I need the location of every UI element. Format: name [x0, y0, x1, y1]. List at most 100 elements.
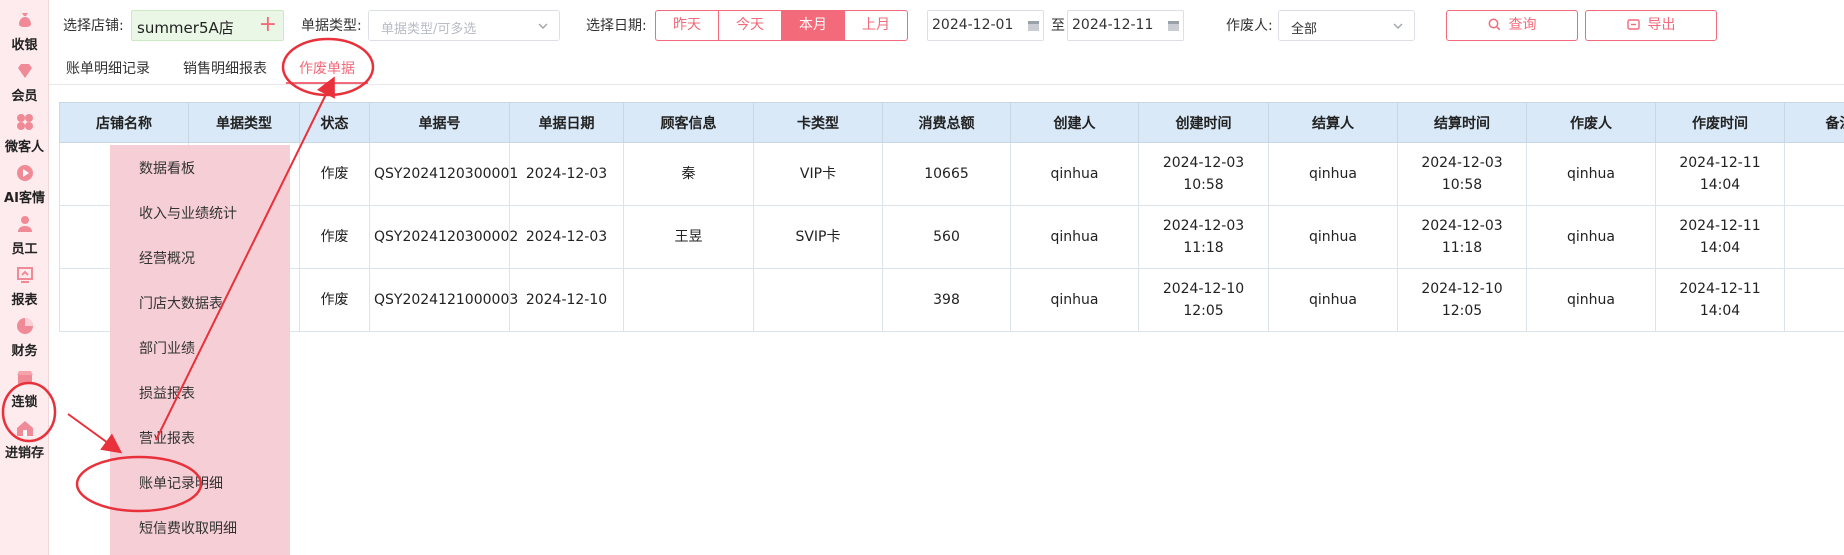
menu-item-revenue-stats[interactable]: 收入与业绩统计 — [139, 203, 237, 223]
date-range-yesterday[interactable]: 昨天 — [656, 11, 719, 40]
nav-label-staff: 员工 — [11, 242, 38, 257]
plus-icon[interactable]: + — [259, 12, 277, 37]
column-header[interactable]: 状态 — [299, 102, 370, 143]
start-date-input[interactable]: 2024-12-01 — [927, 10, 1044, 41]
cell-created-time: 2024-12-10 12:05 — [1138, 268, 1269, 332]
table-header-row: 店铺名称 单据类型 状态 单据号 单据日期 顾客信息 卡类型 消费总额 创建人 … — [59, 102, 1844, 143]
nav-item-cashier[interactable]: 收银 — [0, 4, 49, 60]
cell-card — [753, 268, 883, 332]
query-button-label: 查询 — [1508, 17, 1537, 33]
end-date-input[interactable]: 2024-12-11 — [1067, 10, 1184, 41]
column-header[interactable]: 作废人 — [1526, 102, 1656, 143]
store-label: 选择店铺: — [63, 18, 124, 34]
date-separator: 至 — [1051, 18, 1065, 34]
nav-item-guest[interactable]: 微客人 — [0, 106, 49, 162]
tab-sales-details[interactable]: 销售明细报表 — [183, 58, 267, 78]
query-button[interactable]: 查询 — [1446, 10, 1578, 41]
cell-bill-no: QSY2024120300002 — [369, 205, 518, 269]
date-range-last-month[interactable]: 上月 — [845, 11, 907, 40]
cell-voided-time: 2024-12-11 14:04 — [1655, 205, 1785, 269]
cell-remark — [1784, 142, 1844, 206]
cell-total: 560 — [882, 205, 1011, 269]
nav-label-guest: 微客人 — [4, 140, 44, 155]
export-icon — [1626, 19, 1640, 30]
search-icon — [1488, 18, 1500, 31]
nav-item-member[interactable]: 会员 — [0, 55, 49, 111]
menu-item-sms-fee[interactable]: 短信费收取明细 — [139, 518, 237, 538]
cell-customer: 秦 — [623, 142, 754, 206]
menu-item-business-overview[interactable]: 经营概况 — [139, 248, 195, 268]
column-header[interactable]: 备注 — [1784, 102, 1844, 143]
cell-customer — [623, 268, 754, 332]
column-header[interactable]: 作废时间 — [1655, 102, 1785, 143]
diamond-icon — [17, 64, 32, 78]
chevron-down-icon — [1393, 23, 1403, 29]
table-row[interactable]: 会单据 作废 QSY2024120300001 2024-12-03 秦 VIP… — [59, 142, 1844, 206]
column-header[interactable]: 单据日期 — [509, 102, 624, 143]
column-header[interactable]: 创建人 — [1010, 102, 1139, 143]
cell-creator: qinhua — [1010, 268, 1139, 332]
nav-item-chain[interactable]: 连锁 — [0, 361, 49, 417]
export-button[interactable]: 导出 — [1585, 10, 1717, 41]
tab-bill-details[interactable]: 账单明细记录 — [66, 58, 150, 78]
menu-item-business-report[interactable]: 营业报表 — [139, 428, 195, 448]
cell-creator: qinhua — [1010, 142, 1139, 206]
voider-select[interactable]: 全部 — [1278, 10, 1415, 41]
cell-bill-no: QSY2024121000003 — [369, 268, 518, 332]
cell-remark — [1784, 205, 1844, 269]
column-header[interactable]: 结算时间 — [1397, 102, 1527, 143]
date-range-this-month[interactable]: 本月 — [782, 11, 845, 40]
cell-customer: 王昱 — [623, 205, 754, 269]
cell-settler: qinhua — [1268, 268, 1398, 332]
nav-item-report[interactable]: 报表 — [0, 259, 49, 315]
cell-total: 398 — [882, 268, 1011, 332]
main-content: 选择店铺: summer5A店 + 单据类型: 单据类型/可多选 选择日期: 昨… — [49, 0, 1844, 555]
play-icon — [16, 165, 33, 181]
menu-item-department-performance[interactable]: 部门业绩 — [139, 338, 195, 358]
filter-bar: 选择店铺: summer5A店 + 单据类型: 单据类型/可多选 选择日期: 昨… — [49, 0, 1844, 50]
cell-bill-no: QSY2024120300001 — [369, 142, 518, 206]
table-row[interactable]: 会单据 作废 QSY2024121000003 2024-12-10 398 q… — [59, 268, 1844, 332]
shop-icon — [16, 371, 33, 384]
voided-bills-table: 店铺名称 单据类型 状态 单据号 单据日期 顾客信息 卡类型 消费总额 创建人 … — [59, 102, 1844, 332]
tab-voided-bills[interactable]: 作废单据 — [299, 58, 355, 78]
column-header[interactable]: 卡类型 — [753, 102, 883, 143]
doc-type-select[interactable]: 单据类型/可多选 — [368, 10, 560, 41]
column-header[interactable]: 消费总额 — [882, 102, 1011, 143]
nav-item-staff[interactable]: 员工 — [0, 208, 49, 264]
date-range-today[interactable]: 今天 — [719, 11, 782, 40]
store-selector[interactable]: summer5A店 + — [131, 10, 284, 41]
cell-card: VIP卡 — [753, 142, 883, 206]
doc-type-placeholder: 单据类型/可多选 — [381, 22, 477, 37]
column-header[interactable]: 创建时间 — [1138, 102, 1269, 143]
voider-label: 作废人: — [1226, 18, 1273, 34]
nav-item-finance[interactable]: 财务 — [0, 310, 49, 366]
nav-label-ai: AI客情 — [4, 191, 45, 206]
cell-voider: qinhua — [1526, 205, 1656, 269]
column-header[interactable]: 店铺名称 — [59, 102, 189, 143]
cell-voided-time: 2024-12-11 14:04 — [1655, 268, 1785, 332]
end-date-value: 2024-12-11 — [1072, 17, 1154, 33]
column-header[interactable]: 顾客信息 — [623, 102, 754, 143]
report-tabs: 账单明细记录 销售明细报表 作废单据 — [49, 50, 1844, 85]
cell-date: 2024-12-10 — [509, 268, 624, 332]
nav-label-report: 报表 — [11, 293, 38, 308]
nav-item-inventory[interactable]: 进销存 — [0, 412, 49, 468]
person-icon — [17, 216, 32, 232]
column-header[interactable]: 结算人 — [1268, 102, 1398, 143]
cell-settled-time: 2024-12-03 10:58 — [1397, 142, 1527, 206]
calendar-icon — [1028, 21, 1039, 31]
menu-item-profit-loss[interactable]: 损益报表 — [139, 383, 195, 403]
table-row[interactable]: 会单据 作废 QSY2024120300002 2024-12-03 王昱 SV… — [59, 205, 1844, 269]
date-range-toggle: 昨天 今天 本月 上月 — [655, 10, 908, 41]
cell-created-time: 2024-12-03 10:58 — [1138, 142, 1269, 206]
menu-item-dashboard[interactable]: 数据看板 — [139, 158, 195, 178]
column-header[interactable]: 单据号 — [369, 102, 510, 143]
nav-item-ai[interactable]: AI客情 — [0, 157, 49, 213]
cell-remark — [1784, 268, 1844, 332]
column-header[interactable]: 单据类型 — [188, 102, 300, 143]
menu-item-store-big-data[interactable]: 门店大数据表 — [139, 293, 223, 313]
active-tab-indicator — [286, 82, 368, 84]
report-icon — [16, 267, 33, 283]
menu-item-bill-records[interactable]: 账单记录明细 — [139, 473, 223, 493]
